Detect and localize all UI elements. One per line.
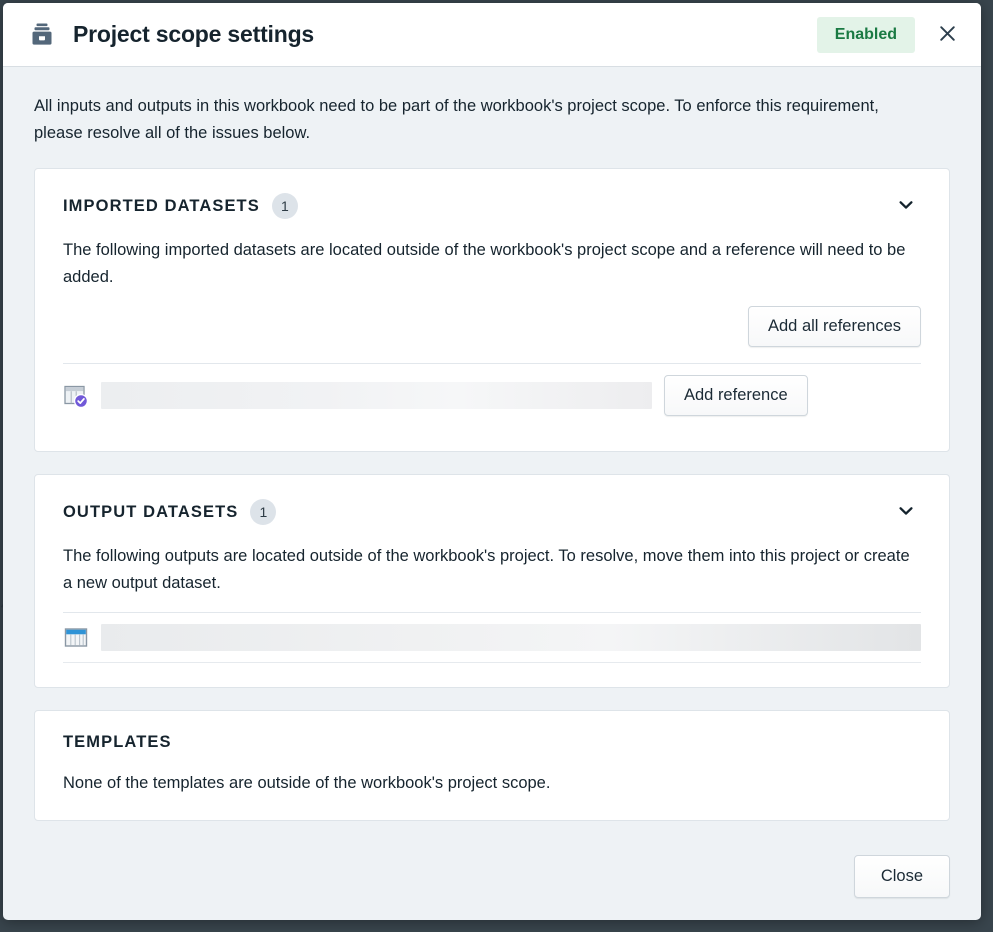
- output-datasets-description: The following outputs are located outsid…: [63, 547, 910, 592]
- dataset-check-icon: [63, 383, 89, 409]
- templates-description: None of the templates are outside of the…: [63, 774, 551, 792]
- collapse-output-datasets-button[interactable]: [891, 497, 921, 527]
- imported-bulk-action-row: Add all references: [63, 306, 921, 348]
- archive-cabinet-icon: [27, 20, 57, 50]
- collapse-imported-datasets-button[interactable]: [891, 191, 921, 221]
- imported-datasets-description: The following imported datasets are loca…: [63, 241, 906, 286]
- chevron-down-icon: [896, 195, 916, 218]
- intro-text: All inputs and outputs in this workbook …: [34, 97, 879, 142]
- add-reference-button[interactable]: Add reference: [664, 375, 808, 417]
- close-button[interactable]: Close: [853, 855, 950, 898]
- status-badge: Enabled: [816, 16, 915, 53]
- output-datasets-header: OUTPUT DATASETS 1: [63, 497, 921, 527]
- output-dataset-row: [63, 613, 921, 662]
- close-dialog-button[interactable]: [927, 15, 967, 55]
- project-scope-settings-dialog: Project scope settings Enabled All input…: [3, 3, 981, 920]
- section-count-badge: 1: [271, 193, 298, 220]
- section-title: OUTPUT DATASETS: [63, 502, 239, 521]
- section-count-badge: 1: [250, 499, 277, 526]
- imported-dataset-name-redacted: [101, 382, 652, 410]
- section-title: IMPORTED DATASETS: [63, 196, 260, 215]
- imported-datasets-section: IMPORTED DATASETS 1 The following import…: [34, 168, 950, 453]
- imported-dataset-row: Add reference: [63, 364, 921, 427]
- section-title: TEMPLATES: [63, 733, 172, 751]
- close-icon: [938, 24, 957, 46]
- dialog-footer: Close: [3, 841, 981, 920]
- templates-header: TEMPLATES: [63, 733, 921, 752]
- chevron-down-icon: [896, 501, 916, 524]
- imported-datasets-header: IMPORTED DATASETS 1: [63, 191, 921, 221]
- output-datasets-section: OUTPUT DATASETS 1 The following outputs …: [34, 474, 950, 688]
- row-divider: [63, 662, 921, 663]
- dialog-header: Project scope settings Enabled: [3, 3, 981, 67]
- page-title: Project scope settings: [73, 21, 315, 47]
- dialog-body: All inputs and outputs in this workbook …: [3, 67, 981, 841]
- add-all-references-button[interactable]: Add all references: [748, 306, 921, 348]
- templates-section: TEMPLATES None of the templates are outs…: [34, 710, 950, 822]
- output-dataset-name-redacted: [101, 624, 921, 651]
- dataset-table-icon: [63, 625, 89, 651]
